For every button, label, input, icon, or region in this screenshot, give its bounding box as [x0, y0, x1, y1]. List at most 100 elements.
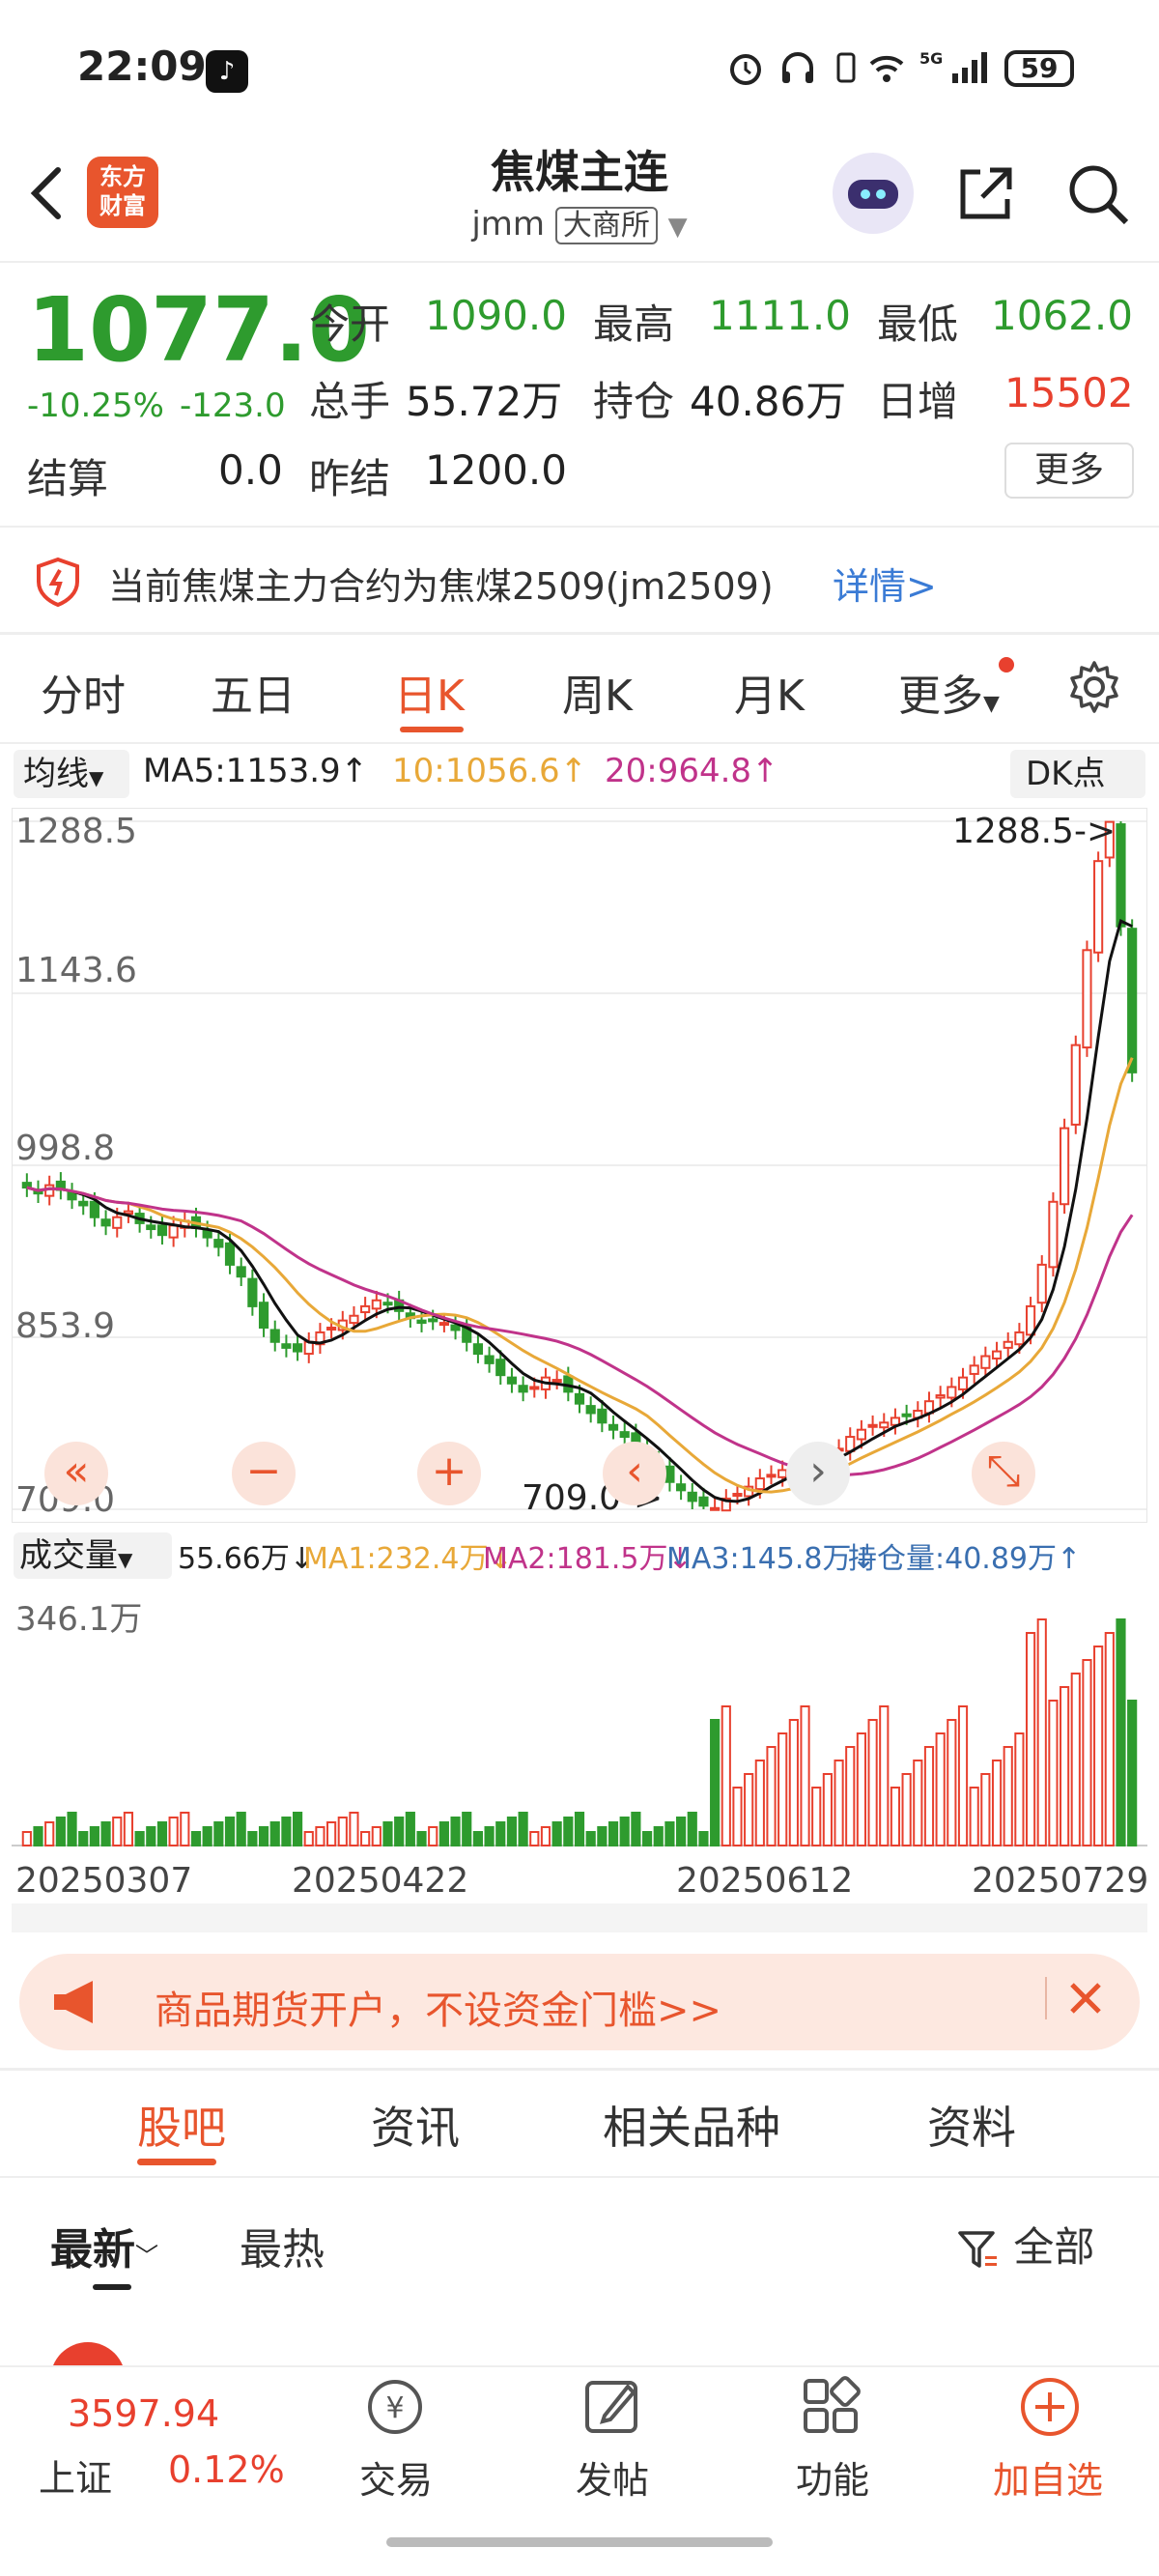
tab-forum[interactable]: 股吧 [137, 2093, 226, 2157]
volume-bar [315, 1826, 325, 1846]
candle [1036, 1263, 1047, 1304]
volume-selector[interactable]: 成交量▼ [14, 1532, 172, 1579]
tab-profile[interactable]: 资料 [927, 2093, 1016, 2157]
fullscreen-button[interactable]: ⤡ [972, 1442, 1035, 1505]
ma-selector[interactable]: 均线▼ [14, 750, 129, 798]
dropdown-icon: ▼ [118, 1548, 133, 1571]
more-quote-button[interactable]: 更多 [1004, 443, 1134, 499]
nav-trade[interactable]: 交易 [359, 2450, 433, 2504]
sort-hottest[interactable]: 最热 [240, 2215, 325, 2276]
tab-five-day[interactable]: 五日 [211, 661, 296, 723]
candle [146, 1224, 156, 1231]
volume-chart[interactable] [12, 1585, 1147, 1875]
index-change[interactable]: 0.12% [168, 2448, 285, 2491]
volume-bar [1082, 1659, 1092, 1846]
volume-bar [935, 1732, 946, 1846]
index-value[interactable]: 3597.94 [68, 2392, 219, 2435]
candle [326, 1327, 337, 1331]
candle [676, 1483, 687, 1492]
chart-footer [12, 1903, 1147, 1932]
volume-bar [100, 1821, 111, 1846]
volume-bar [33, 1826, 43, 1846]
index-name[interactable]: 上证 [39, 2448, 112, 2502]
volume-bar [236, 1812, 246, 1846]
headphones-icon [782, 52, 813, 83]
search-icon[interactable] [1062, 158, 1132, 228]
tab-weekly-k[interactable]: 周K [562, 661, 633, 723]
low-value: 1062.0 [991, 292, 1133, 339]
volume-bar [213, 1821, 224, 1846]
date-label: 20250612 [676, 1861, 854, 1901]
change-value: -123.0 [180, 386, 286, 425]
candle [1003, 1340, 1013, 1349]
trade-icon[interactable]: ¥ [361, 2373, 429, 2441]
megaphone-icon [54, 1981, 93, 2023]
candle [236, 1266, 246, 1278]
prev-settlement-value: 1200.0 [425, 446, 567, 494]
zoom-in-button[interactable]: + [417, 1442, 481, 1505]
dropdown-icon: ▼ [89, 766, 104, 789]
candle [213, 1239, 224, 1248]
scroll-left-button[interactable]: ‹ [603, 1442, 666, 1505]
volume-bar [337, 1817, 348, 1846]
tab-intraday[interactable]: 分时 [41, 661, 126, 723]
volume-ma2: MA2:181.5万↓ [483, 1542, 693, 1576]
dk-point-button[interactable]: DK点 [1010, 750, 1145, 798]
close-icon[interactable] [1059, 1971, 1113, 2025]
ma10-value: 10:1056.6↑ [392, 752, 588, 790]
candlestick-chart[interactable] [12, 808, 1147, 1523]
share-icon[interactable] [951, 158, 1021, 228]
daily-increase-value: 15502 [1004, 369, 1134, 416]
scroll-right-button[interactable]: › [786, 1442, 850, 1505]
tab-daily-k[interactable]: 日K [394, 661, 465, 723]
ma10-line [26, 1057, 1134, 1494]
nav-post[interactable]: 发帖 [576, 2450, 649, 2504]
candle [269, 1329, 280, 1343]
candle [495, 1359, 506, 1377]
notice-details-link[interactable]: 详情> [833, 557, 937, 610]
volume-bar [326, 1821, 337, 1846]
volume-bar [134, 1831, 145, 1846]
nav-functions[interactable]: 功能 [796, 2450, 869, 2504]
volume-bar [146, 1826, 156, 1846]
nav-add-watchlist[interactable]: 加自选 [993, 2450, 1103, 2504]
volume-bar [180, 1812, 190, 1846]
tab-monthly-k[interactable]: 月K [734, 661, 805, 723]
volume-bar [879, 1705, 890, 1846]
sort-newest[interactable]: 最新﹀ [50, 2215, 158, 2276]
tab-news[interactable]: 资讯 [371, 2093, 460, 2157]
volume-bar [653, 1826, 664, 1846]
vibrate-icon [836, 52, 856, 83]
zoom-out-button[interactable]: − [232, 1442, 296, 1505]
candle [360, 1304, 371, 1314]
volume-bar [1093, 1646, 1104, 1846]
y-axis-label: 853.9 [15, 1306, 116, 1346]
scroll-left-fast-button[interactable]: « [44, 1442, 108, 1505]
volume-bar [1116, 1618, 1126, 1846]
candle [168, 1224, 179, 1239]
alarm-icon [730, 54, 761, 85]
volume-bar [1003, 1746, 1013, 1846]
volume-bar [991, 1760, 1003, 1846]
candle [710, 1506, 721, 1511]
candle [597, 1408, 608, 1424]
ai-assistant-avatar[interactable] [833, 153, 914, 234]
volume-bar [416, 1831, 427, 1846]
candle [732, 1493, 743, 1498]
volume-bar [67, 1812, 77, 1846]
volume-bar [777, 1732, 788, 1846]
tab-related[interactable]: 相关品种 [603, 2093, 780, 2157]
filter-all[interactable]: 全部 [956, 2215, 1094, 2274]
gear-icon[interactable] [1066, 659, 1122, 715]
main-contract-notice: 当前焦煤主力合约为焦煤2509(jm2509) [108, 565, 774, 608]
promo-text[interactable]: 商品期货开户，不设资金门槛>> [155, 1979, 721, 2035]
compose-icon[interactable] [580, 2373, 647, 2441]
chevron-down-icon: ﹀ [135, 2243, 158, 2270]
candle [608, 1423, 619, 1431]
tab-more[interactable]: 更多▼ [898, 661, 1000, 723]
add-circle-icon[interactable] [1016, 2373, 1084, 2441]
apps-icon[interactable] [798, 2373, 865, 2441]
volume-bar [1048, 1700, 1059, 1846]
volume-max-label: 346.1万 [15, 1600, 143, 1639]
date-label: 20250307 [15, 1861, 193, 1901]
